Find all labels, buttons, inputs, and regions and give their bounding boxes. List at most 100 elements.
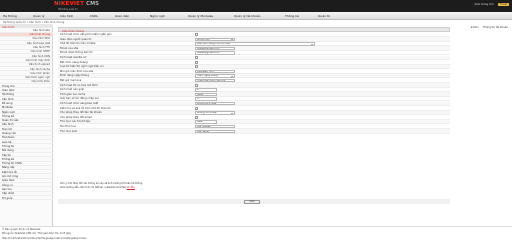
footer-copyright: © Bản quyền thuộc về Nukeviet — [2, 228, 41, 231]
menu-item-language[interactable]: Ngôn ngữ — [150, 14, 165, 18]
note-link[interactable]: tại đây — [127, 186, 135, 189]
sidebar-subitem-label: Cấu hình cache — [29, 67, 50, 71]
sidebar-item-label: Thống kê — [2, 157, 14, 161]
menu-item-accounts[interactable]: Quản lý tài khoản — [234, 14, 261, 18]
settings-row-label: Thư mục lưu trữ dữ liệu — [60, 120, 91, 124]
settings-row-label: Kích hoạt tối ưu hóa mã html — [60, 83, 98, 87]
setting-select[interactable]: Không cho phép — [195, 111, 235, 115]
site-logo[interactable]: NIKEVIET CMS Hệ thống quản trị — [54, 1, 99, 11]
sidebar-item-label: Kiểm tra lỗi — [2, 170, 17, 174]
settings-row-label: Email nhận thông báo lỗi — [60, 51, 93, 55]
menu-item-stats[interactable]: Thống kê — [285, 14, 299, 18]
sidebar-item-label: Bổ sung — [2, 101, 13, 105]
sidebar-subitem-label: Cấu hình khác — [31, 80, 50, 84]
form-actions: Lưu — [58, 199, 450, 204]
setting-checkbox[interactable] — [195, 65, 199, 69]
panel-note-1: Chú ý: Khi thay đổi các thông số này sẽ … — [60, 182, 143, 185]
setting-checkbox[interactable] — [195, 60, 199, 64]
menu-item-theme[interactable]: Giao diện — [115, 14, 129, 18]
setting-checkbox[interactable] — [195, 33, 199, 37]
sidebar-item-label: Tập tin — [2, 153, 12, 157]
sidebar-item-label: Modules — [2, 106, 13, 110]
setting-input[interactable]: 3600 — [195, 92, 217, 97]
menu-item-modules[interactable]: Quản lý Modules — [188, 14, 213, 18]
menu-item-db[interactable]: CSDL — [90, 14, 98, 18]
settings-row-label: Loại bỏ hiển thị ngôn ngữ trên url — [60, 65, 104, 69]
setting-input[interactable]: 1 — [195, 88, 217, 92]
setting-select[interactable]: Theo mặc định của PHP — [195, 79, 235, 83]
settings-row-label: Thư mục tạm — [60, 129, 78, 133]
sidebar-subitem-label: Cấu hình SMTP — [30, 50, 50, 54]
sidebar-subitem-label: Cấu hình FTP — [33, 46, 50, 49]
settings-row-label: Thời gian lưu cache — [60, 92, 86, 96]
account-info-link[interactable]: Thông tin tài khoản — [483, 26, 508, 29]
settings-row-label: Chế độ hiển thị trên mobile — [60, 42, 96, 46]
save-button[interactable]: Lưu — [244, 199, 260, 204]
logo-brand: NIKEVIET — [54, 1, 85, 7]
panel-title: Cấu hình chung — [58, 27, 450, 33]
settings-row-label: Kích hoạt rewrite url — [60, 56, 87, 60]
setting-select[interactable]: Không kích hoạt — [195, 102, 235, 106]
setting-input[interactable]: nv4_temp — [195, 129, 235, 133]
settings-row-label: Kiểm tra và sửa lỗi trên chế độ toàn bộ — [60, 106, 111, 110]
view-site-link[interactable]: Xem trang chủ — [474, 3, 493, 6]
settings-row-label: Giới hạn số lần đăng nhập sai — [60, 97, 99, 101]
settings-row-label: Email của site — [60, 46, 79, 50]
menu-item-manage[interactable]: Quản lý — [33, 14, 45, 18]
sidebar-item-label: Thông tin — [2, 144, 15, 148]
setting-input[interactable]: nv4_upload — [195, 125, 235, 129]
logout-link[interactable]: Thoát — [497, 3, 509, 6]
menu-item-system[interactable]: Hệ thống — [3, 14, 17, 18]
setting-input[interactable]: nkviet@gmail.com — [195, 46, 235, 51]
sidebar-subitem-label: Cấu hình ngôn ngữ — [25, 76, 50, 80]
sidebar-item-label: Công cụ — [2, 183, 13, 187]
setting-checkbox[interactable] — [195, 106, 199, 110]
sidebar-item-label: Cập nhật — [2, 192, 14, 196]
main-menu: Hệ thống Quản lý Cấu hình CSDL Giao diện… — [0, 12, 512, 29]
setting-checkbox[interactable] — [195, 56, 199, 60]
setting-input[interactable]: data — [195, 120, 217, 124]
sidebar-subitem-label: Cấu hình mặc định — [25, 58, 50, 62]
setting-select[interactable]: Mặc định dùng cho thu mục — [195, 42, 315, 46]
setting-select[interactable]: Tuần, ngày tháng — [195, 74, 235, 78]
settings-row: Thư mục tạm nv4_temp — [58, 129, 450, 134]
settings-row-label: Cho phép thay đổi email — [60, 115, 92, 119]
top-user-links: Xem trang chủ Thoát — [474, 3, 509, 6]
sidebar-item-label: Cấu hình — [2, 123, 14, 127]
sidebar-item[interactable]: Trợ giúp — [0, 196, 53, 201]
settings-row-label: Kích hoạt chức năng tìm kiếm ngắn gọn — [60, 33, 112, 37]
menu-item-admin[interactable]: Quản trị — [318, 14, 330, 18]
settings-panel: Cấu hình chung Kích hoạt chức năng tìm k… — [58, 27, 450, 204]
setting-input[interactable]: nkviet@gmail.com — [195, 51, 235, 55]
footer-url: http://localhost/admin/index.php?languag… — [2, 236, 87, 240]
settings-row-label: Cho phép thay đổi tên tài khoản — [60, 111, 102, 115]
setting-checkbox[interactable] — [195, 115, 199, 119]
setting-checkbox[interactable] — [195, 83, 199, 87]
logo-tagline: Hệ thống quản trị — [58, 7, 78, 11]
username[interactable]: admin — [471, 26, 479, 29]
sidebar: Cấu hình Cấu hình site Cấu hình chung Cấu … — [0, 24, 53, 234]
sidebar-subitem-label: Cấu hình site — [32, 28, 50, 32]
sidebar-subitem-label: Cấu hình SEO — [32, 37, 50, 41]
sidebar-item-label: Sao lưu — [2, 187, 12, 191]
setting-select[interactable]: Việt Nam (+7) — [195, 69, 235, 74]
user-info: admin Thông tin tài khoản — [471, 26, 508, 29]
sidebar-subitem-label: Cấu hình bảo mật — [26, 41, 50, 45]
sidebar-subitem-label: Cấu hình phiên — [30, 71, 50, 75]
settings-row-label: Bật gửi mail qua — [60, 79, 82, 83]
top-header: NIKEVIET CMS Hệ thống quản trị Xem trang… — [0, 0, 512, 12]
sidebar-item-label: Tiện ích — [2, 127, 13, 131]
sidebar-subitem-label: Cấu hình upload — [28, 63, 50, 67]
setting-select[interactable]: admin_full — [195, 37, 235, 41]
sidebar-item-label: Trợ giúp — [2, 196, 13, 200]
sidebar-item-label: Thông tin CSDL — [2, 162, 23, 166]
settings-row-label: Định dạng ngày tháng — [60, 74, 89, 78]
logo-cms: CMS — [86, 1, 99, 7]
sidebar-item-label: Ngôn ngữ — [2, 110, 15, 114]
sidebar-item-label: Nội dung — [2, 149, 14, 153]
sidebar-item-label: Thống kê — [2, 114, 14, 118]
setting-input[interactable]: 3 — [195, 97, 217, 101]
menu-item-config[interactable]: Cấu hình — [60, 14, 73, 18]
sidebar-item-label: Tài khoản — [2, 136, 15, 140]
sidebar-item-label: Giao diện — [2, 179, 15, 183]
